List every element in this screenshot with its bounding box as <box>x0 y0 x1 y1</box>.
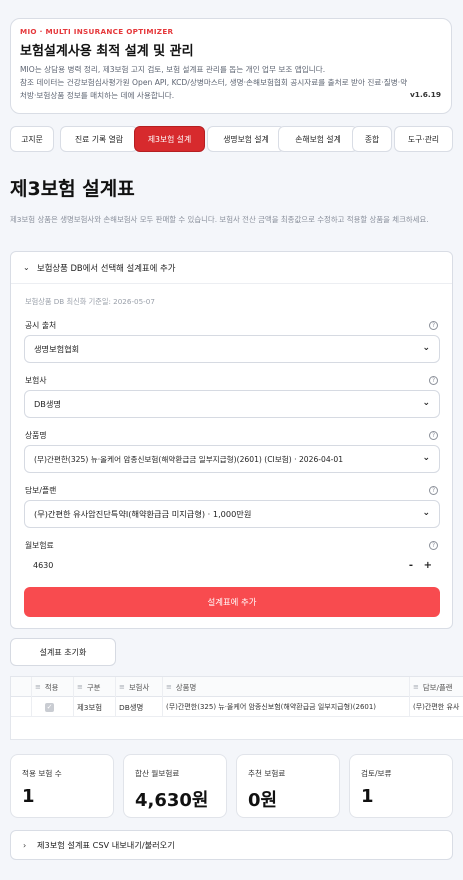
help-icon[interactable]: ? <box>429 321 438 330</box>
publisher-value: 생명보험협회 <box>34 344 80 354</box>
app-description-line-1: MIO는 상담용 병력 정리, 제3보험 고지 검토, 보험 설계표 관리를 돕… <box>20 65 326 74</box>
tab-tools[interactable]: 도구·관리 <box>394 126 453 152</box>
reset-sheet-button[interactable]: 설계표 초기화 <box>10 638 116 666</box>
increment-button[interactable]: + <box>424 560 432 571</box>
column-header-label: 적용 <box>44 682 59 692</box>
column-header-label: 보험사 <box>128 682 150 692</box>
column-header-label: 담보/플랜 <box>422 682 453 692</box>
brand-label: MIO · MULTI INSURANCE OPTIMIZER <box>20 27 174 36</box>
premium-input[interactable]: 4630 - + <box>24 554 440 576</box>
version-label: v1.6.19 <box>409 90 441 99</box>
rider-label: 담보/플랜 <box>25 486 57 495</box>
metric-card-applied-count: 적용 보험 수 1 <box>10 754 114 818</box>
premium-value[interactable]: 4630 <box>33 561 53 570</box>
page-intro: 제3보험 상품은 생명보험사와 손해보험사 모두 판매할 수 있습니다. 보험사… <box>10 215 429 224</box>
column-divider <box>115 677 116 717</box>
column-divider <box>162 677 163 717</box>
product-picker-title: 보험상품 DB에서 선택해 설계표에 추가 <box>37 262 176 273</box>
plan-cell[interactable]: (무)간편한 유사 <box>413 697 459 717</box>
help-icon[interactable]: ? <box>429 486 438 495</box>
column-type-icon: ≡ <box>413 683 419 691</box>
insurer-label: 보험사 <box>25 376 47 385</box>
column-header-category[interactable]: ≡ 구분 <box>77 677 100 697</box>
metric-value: 1 <box>22 786 35 807</box>
column-type-icon: ≡ <box>77 683 83 691</box>
metric-card-review-hold: 검토/보류 1 <box>349 754 453 818</box>
column-divider <box>73 677 74 717</box>
column-type-icon: ≡ <box>35 683 41 691</box>
column-type-icon: ≡ <box>166 683 172 691</box>
metric-label: 적용 보험 수 <box>22 769 62 778</box>
chevron-down-icon: ⌄ <box>422 508 430 518</box>
table-header-row: ≡ 적용 ≡ 구분 ≡ 보험사 ≡ 상품명 ≡ 담보/플랜 <box>11 677 463 697</box>
table-row[interactable]: ✓ 제3보험 DB생명 (무)간편한(325) 뉴·올케어 암종신보험(해약환급… <box>11 697 463 717</box>
product-label: 상품명 <box>25 431 47 440</box>
help-icon[interactable]: ? <box>429 431 438 440</box>
decrement-button[interactable]: - <box>409 560 413 571</box>
db-updated-note: 보험상품 DB 최신화 기준일: 2026-05-07 <box>25 297 155 306</box>
rider-value: (무)간편한 유사암진단특약Ⅰ(해약환급금 미지급형) · 1,000만원 <box>34 509 252 519</box>
chevron-down-icon: ⌄ <box>422 343 430 353</box>
category-cell[interactable]: 제3보험 <box>77 697 102 717</box>
column-header-plan[interactable]: ≡ 담보/플랜 <box>413 677 453 697</box>
help-icon[interactable]: ? <box>429 376 438 385</box>
app-description: MIO는 상담용 병력 정리, 제3보험 고지 검토, 보험 설계표 관리를 돕… <box>20 63 410 102</box>
applied-checkbox[interactable]: ✓ <box>45 697 54 717</box>
metric-value: 0원 <box>248 790 278 811</box>
publisher-label: 공시 출처 <box>25 321 57 330</box>
premium-label: 월보험료 <box>25 541 54 550</box>
metric-value: 4,630원 <box>135 790 209 811</box>
app-title: 보험설계사용 최적 설계 및 관리 <box>20 44 194 59</box>
product-picker-header[interactable]: ⌄ 보험상품 DB에서 선택해 설계표에 추가 <box>11 252 452 284</box>
plan-table: ≡ 적용 ≡ 구분 ≡ 보험사 ≡ 상품명 ≡ 담보/플랜 ✓ 제3보험 DB생명 (무)… <box>10 676 463 740</box>
column-header-label: 구분 <box>86 682 101 692</box>
column-header-product[interactable]: ≡ 상품명 <box>166 677 196 697</box>
tab-summary[interactable]: 종합 <box>352 126 392 152</box>
tab-disclosure[interactable]: 고지문 <box>10 126 54 152</box>
app-description-line-2: 참조 데이터는 건강보험심사평가원 Open API, KCD/상병마스터, 생… <box>20 78 408 100</box>
insurer-value: DB생명 <box>34 399 61 409</box>
product-value: (무)간편한(325) 뉴·올케어 암종신보험(해약환급금 일부지급형)(260… <box>34 454 344 464</box>
chevron-down-icon: ⌄ <box>23 263 30 272</box>
insurer-select[interactable]: DB생명 ⌄ <box>24 390 440 418</box>
app-header: MIO · MULTI INSURANCE OPTIMIZER 보험설계사용 최… <box>10 18 452 114</box>
csv-export-expander[interactable]: › 제3보험 설계표 CSV 내보내기/불러오기 <box>10 830 453 860</box>
chevron-down-icon: ⌄ <box>422 453 430 463</box>
metric-label: 합산 월보험료 <box>135 769 180 778</box>
column-divider <box>31 677 32 717</box>
column-type-icon: ≡ <box>119 683 125 691</box>
product-cell[interactable]: (무)간편한(325) 뉴·올케어 암종신보험(해약환급금 일부지급형)(260… <box>166 697 376 717</box>
column-header-insurer[interactable]: ≡ 보험사 <box>119 677 149 697</box>
metric-label: 검토/보류 <box>361 769 392 778</box>
column-header-label: 상품명 <box>175 682 197 692</box>
product-picker-expander: ⌄ 보험상품 DB에서 선택해 설계표에 추가 보험상품 DB 최신화 기준일:… <box>10 251 453 629</box>
csv-expander-label: 제3보험 설계표 CSV 내보내기/불러오기 <box>37 840 175 850</box>
rider-select[interactable]: (무)간편한 유사암진단특약Ⅰ(해약환급금 미지급형) · 1,000만원 ⌄ <box>24 500 440 528</box>
chevron-right-icon: › <box>23 840 27 850</box>
page-title: 제3보험 설계표 <box>10 178 135 200</box>
tab-third-insurance[interactable]: 제3보험 설계 <box>134 126 205 152</box>
metric-value: 1 <box>361 786 374 807</box>
product-select[interactable]: (무)간편한(325) 뉴·올케어 암종신보험(해약환급금 일부지급형)(260… <box>24 445 440 473</box>
add-to-sheet-button[interactable]: 설계표에 추가 <box>24 587 440 617</box>
chevron-down-icon: ⌄ <box>422 398 430 408</box>
column-header-applied[interactable]: ≡ 적용 <box>35 677 58 697</box>
metric-label: 추천 보험료 <box>248 769 286 778</box>
insurer-cell[interactable]: DB생명 <box>119 697 143 717</box>
metric-card-total-premium: 합산 월보험료 4,630원 <box>123 754 227 818</box>
tab-life-insurance[interactable]: 생명보험 설계 <box>207 126 285 152</box>
tab-medical-records[interactable]: 진료 기록 열람 <box>60 126 138 152</box>
main-tabs: 고지문 진료 기록 열람 제3보험 설계 생명보험 설계 손해보험 설계 종합 … <box>10 126 453 152</box>
tab-nonlife-insurance[interactable]: 손해보험 설계 <box>278 126 358 152</box>
check-icon: ✓ <box>45 702 54 712</box>
metric-card-recommended-premium: 추천 보험료 0원 <box>236 754 340 818</box>
column-divider <box>409 677 410 717</box>
help-icon[interactable]: ? <box>429 541 438 550</box>
publisher-select[interactable]: 생명보험협회 ⌄ <box>24 335 440 363</box>
